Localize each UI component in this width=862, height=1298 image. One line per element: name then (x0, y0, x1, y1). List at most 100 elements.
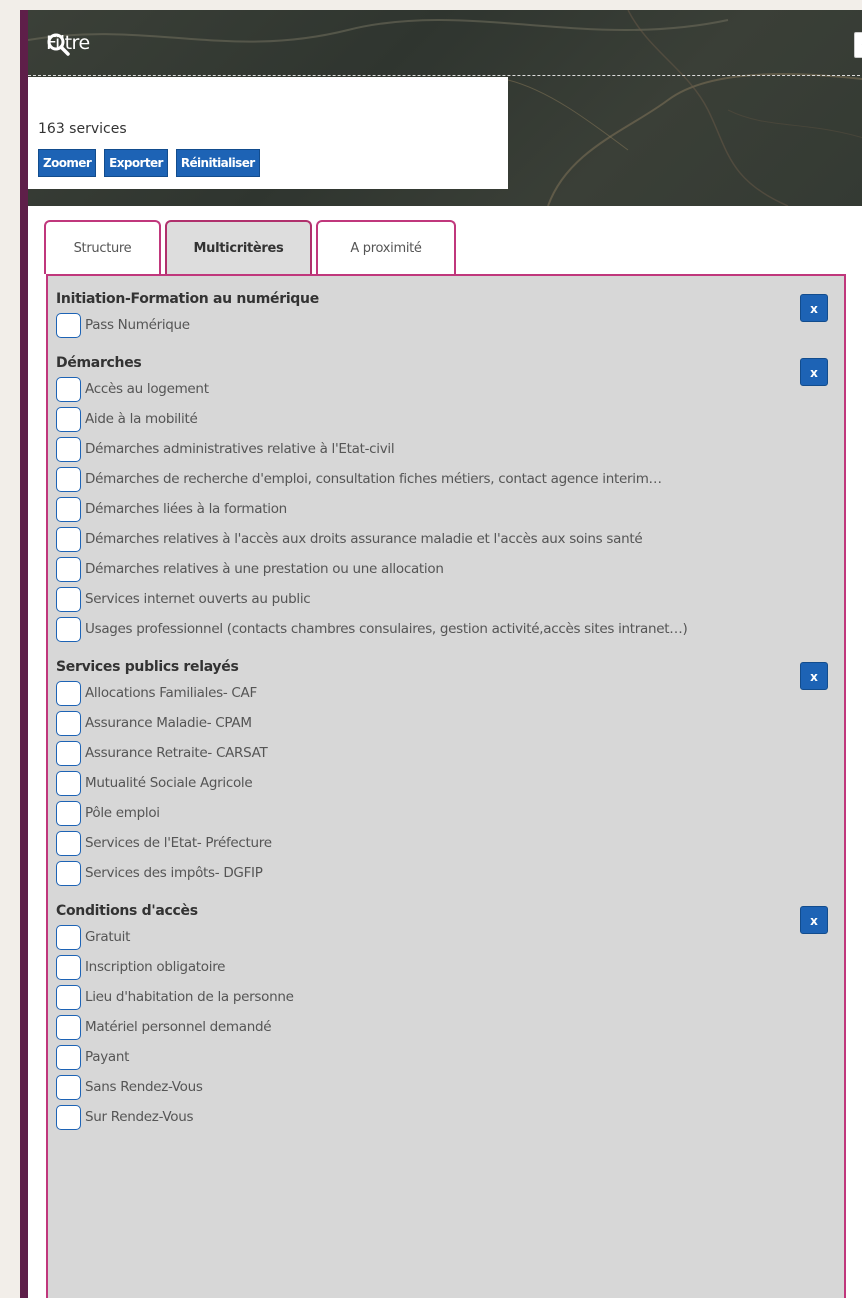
option-checkbox[interactable] (56, 556, 81, 582)
option-label: Pôle emploi (85, 805, 160, 821)
option-label: Sur Rendez-Vous (85, 1109, 194, 1125)
option-label: Payant (85, 1049, 130, 1065)
reset-button[interactable]: Réinitialiser (175, 149, 260, 177)
option-label: Inscription obligatoire (85, 959, 226, 975)
option-checkbox[interactable] (56, 924, 81, 950)
option-label: Services internet ouverts au public (85, 591, 311, 607)
map-background[interactable]: Filtre ◂ 163 services Zoomer Exporter Ré… (28, 10, 862, 206)
option-label: Services des impôts- DGFIP (85, 865, 263, 881)
filter-option[interactable]: Usages professionnel (contacts chambres … (56, 614, 834, 644)
filter-option[interactable]: Démarches relatives à une prestation ou … (56, 554, 834, 584)
option-checkbox[interactable] (56, 680, 81, 706)
filter-header: Filtre (46, 32, 90, 56)
option-checkbox[interactable] (56, 800, 81, 826)
option-label: Démarches liées à la formation (85, 501, 287, 517)
filter-option[interactable]: Démarches relatives à l'accès aux droits… (56, 524, 834, 554)
filter-option[interactable]: Assurance Maladie- CPAM (56, 708, 834, 738)
option-label: Matériel personnel demandé (85, 1019, 272, 1035)
option-checkbox[interactable] (56, 496, 81, 522)
filter-option[interactable]: Démarches de recherche d'emploi, consult… (56, 464, 834, 494)
filter-option[interactable]: Lieu d'habitation de la personne (56, 982, 834, 1012)
section-title: Services publics relayés (56, 659, 239, 675)
option-checkbox[interactable] (56, 616, 81, 642)
option-checkbox[interactable] (56, 466, 81, 492)
option-checkbox[interactable] (56, 1074, 81, 1100)
filter-section-conditions-d-acces: Conditions d'accès x Gratuit Inscription ob… (56, 900, 834, 1132)
results-box: 163 services Zoomer Exporter Réinitialis… (28, 77, 508, 189)
filter-option[interactable]: Gratuit (56, 922, 834, 952)
filter-option[interactable]: Inscription obligatoire (56, 952, 834, 982)
option-checkbox[interactable] (56, 376, 81, 402)
option-checkbox[interactable] (56, 984, 81, 1010)
option-checkbox[interactable] (56, 1044, 81, 1070)
option-checkbox[interactable] (56, 860, 81, 886)
option-label: Démarches relatives à une prestation ou … (85, 561, 444, 577)
clear-section-button[interactable]: x (800, 662, 828, 690)
clear-section-button[interactable]: x (800, 294, 828, 322)
filter-option[interactable]: Services de l'Etat- Préfecture (56, 828, 834, 858)
criteria-list: Initiation-Formation au numérique x Pass N… (46, 274, 846, 1298)
option-label: Pass Numérique (85, 317, 190, 333)
export-button[interactable]: Exporter (104, 149, 168, 177)
filter-option[interactable]: Allocations Familiales- CAF (56, 678, 834, 708)
option-checkbox[interactable] (56, 710, 81, 736)
filter-option[interactable]: Aide à la mobilité (56, 404, 834, 434)
option-checkbox[interactable] (56, 526, 81, 552)
option-label: Sans Rendez-Vous (85, 1079, 203, 1095)
section-title: Initiation-Formation au numérique (56, 291, 319, 307)
option-label: Assurance Retraite- CARSAT (85, 745, 268, 761)
filter-option[interactable]: Sur Rendez-Vous (56, 1102, 834, 1132)
section-title: Démarches (56, 355, 142, 371)
filter-option[interactable]: Services internet ouverts au public (56, 584, 834, 614)
filter-option[interactable]: Démarches liées à la formation (56, 494, 834, 524)
option-label: Usages professionnel (contacts chambres … (85, 621, 688, 637)
filter-section-demarches: Démarches x Accès au logement Aide à la mob… (56, 352, 834, 644)
section-title: Conditions d'accès (56, 903, 198, 919)
filter-option[interactable]: Mutualité Sociale Agricole (56, 768, 834, 798)
filter-section-services-publics-relayes: Services publics relayés x Allocations Fam… (56, 656, 834, 888)
filter-option[interactable]: Sans Rendez-Vous (56, 1072, 834, 1102)
tab-bar: Structure Multicritères A proximité (44, 220, 456, 274)
collapse-panel-button[interactable]: ◂ (854, 32, 862, 58)
filter-option[interactable]: Démarches administratives relative à l'E… (56, 434, 834, 464)
tab-a-proximite[interactable]: A proximité (316, 220, 456, 274)
filter-option[interactable]: Pôle emploi (56, 798, 834, 828)
filter-option[interactable]: Matériel personnel demandé (56, 1012, 834, 1042)
option-label: Gratuit (85, 929, 131, 945)
option-checkbox[interactable] (56, 436, 81, 462)
filter-option[interactable]: Assurance Retraite- CARSAT (56, 738, 834, 768)
option-label: Lieu d'habitation de la personne (85, 989, 294, 1005)
tab-structure[interactable]: Structure (44, 220, 161, 274)
header-divider (28, 75, 862, 76)
option-checkbox[interactable] (56, 830, 81, 856)
option-checkbox[interactable] (56, 312, 81, 338)
option-label: Démarches de recherche d'emploi, consult… (85, 471, 662, 487)
option-label: Démarches administratives relative à l'E… (85, 441, 395, 457)
filter-content: Structure Multicritères A proximité Init… (28, 206, 862, 1298)
option-checkbox[interactable] (56, 586, 81, 612)
option-label: Accès au logement (85, 381, 209, 397)
option-checkbox[interactable] (56, 770, 81, 796)
tab-multicriteres[interactable]: Multicritères (165, 220, 312, 274)
filter-option[interactable]: Pass Numérique (56, 310, 834, 340)
criteria-sections: Initiation-Formation au numérique x Pass N… (56, 288, 834, 1132)
option-checkbox[interactable] (56, 406, 81, 432)
filter-option[interactable]: Payant (56, 1042, 834, 1072)
clear-section-button[interactable]: x (800, 358, 828, 386)
option-label: Démarches relatives à l'accès aux droits… (85, 531, 643, 547)
clear-section-button[interactable]: x (800, 906, 828, 934)
filter-option[interactable]: Accès au logement (56, 374, 834, 404)
option-checkbox[interactable] (56, 1014, 81, 1040)
option-label: Aide à la mobilité (85, 411, 198, 427)
filter-section-initiation-formation-au-numerique: Initiation-Formation au numérique x Pass N… (56, 288, 834, 340)
filter-option[interactable]: Services des impôts- DGFIP (56, 858, 834, 888)
search-icon (47, 33, 70, 56)
option-label: Services de l'Etat- Préfecture (85, 835, 272, 851)
option-checkbox[interactable] (56, 1104, 81, 1130)
option-checkbox[interactable] (56, 954, 81, 980)
option-label: Assurance Maladie- CPAM (85, 715, 252, 731)
actions-bar: Zoomer Exporter Réinitialiser (38, 149, 260, 177)
zoom-button[interactable]: Zoomer (38, 149, 97, 177)
filter-panel: Filtre ◂ 163 services Zoomer Exporter Ré… (20, 10, 862, 1298)
option-checkbox[interactable] (56, 740, 81, 766)
